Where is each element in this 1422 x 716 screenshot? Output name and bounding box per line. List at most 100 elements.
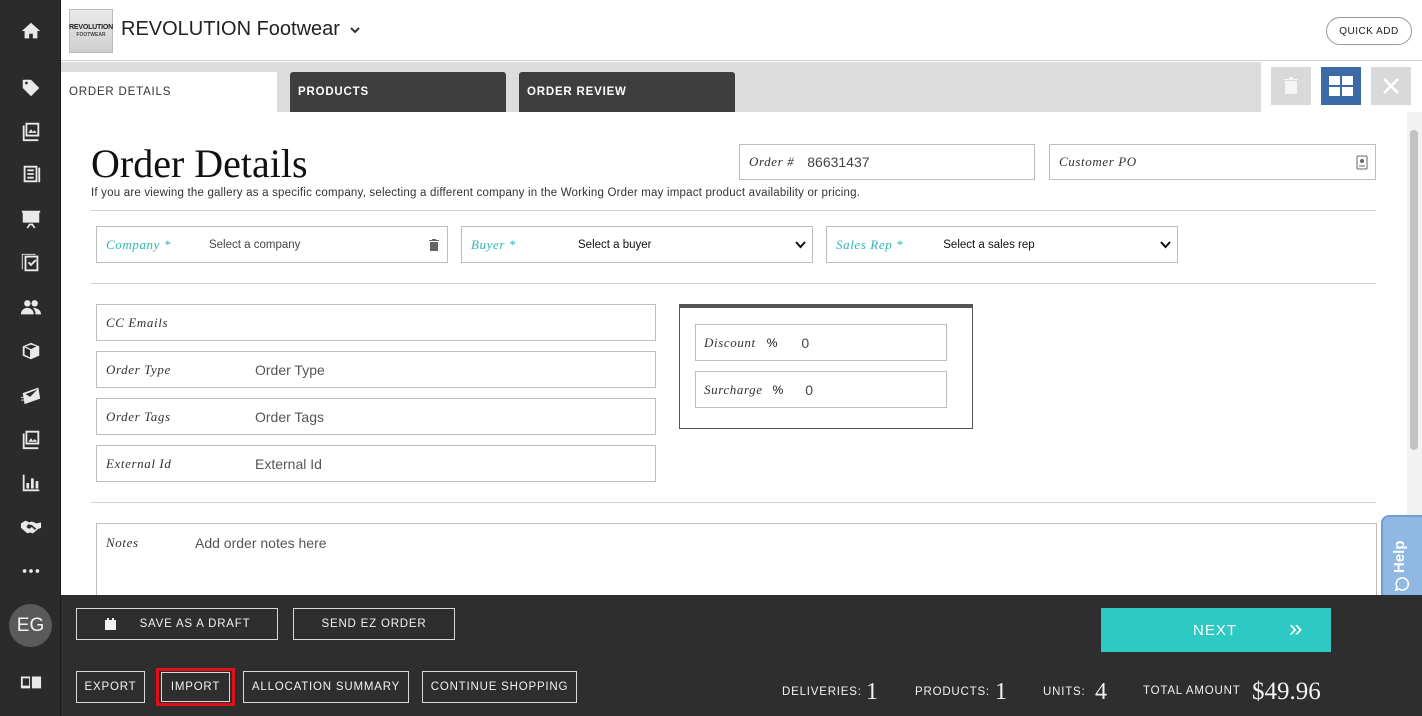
products-value: 1 <box>995 679 1007 705</box>
company-logo: REVOLUTION FOOTWEAR <box>69 9 113 53</box>
mail-icon <box>20 387 40 405</box>
notes-label: Notes <box>106 535 139 550</box>
home-icon <box>21 22 40 38</box>
box-icon <box>22 342 39 360</box>
notes-input[interactable]: Add order notes here <box>195 535 327 551</box>
sidebar-item-users[interactable] <box>0 289 61 325</box>
save-draft-button[interactable]: SAVE AS A DRAFT <box>76 608 278 640</box>
handshake-icon <box>20 520 41 534</box>
grid-view-button[interactable] <box>1321 67 1361 105</box>
external-id-field[interactable]: External Id External Id <box>96 445 656 482</box>
logo-line2: FOOTWEAR <box>76 32 106 38</box>
sidebar-item-catalog[interactable] <box>0 156 61 192</box>
tab-products[interactable]: PRODUCTS <box>290 72 506 112</box>
order-number-value: 86631437 <box>807 154 870 170</box>
buyer-label: Buyer * <box>471 236 516 252</box>
divider <box>91 502 1376 503</box>
tab-bar: ORDER DETAILS PRODUCTS ORDER REVIEW <box>61 62 1261 112</box>
sidebar-item-images[interactable] <box>0 421 61 457</box>
sales-rep-value: Select a sales rep <box>943 238 1035 251</box>
page-description: If you are viewing the gallery as a spec… <box>91 187 861 199</box>
company-input[interactable]: Select a company <box>209 239 300 251</box>
discount-label: Discount <box>704 334 756 350</box>
calendar-icon <box>105 618 116 630</box>
tab-order-review[interactable]: ORDER REVIEW <box>519 72 735 112</box>
continue-shopping-button[interactable]: CONTINUE SHOPPING <box>422 671 577 703</box>
customer-po-field[interactable]: Customer PO <box>1049 144 1376 180</box>
tab-order-details[interactable]: ORDER DETAILS <box>61 72 277 112</box>
divider <box>91 210 1376 211</box>
trash-icon <box>1284 77 1298 94</box>
external-id-input[interactable]: External Id <box>255 456 322 472</box>
order-tags-label: Order Tags <box>106 408 171 424</box>
order-number-label: Order # <box>749 154 795 169</box>
allocation-summary-button[interactable]: ALLOCATION SUMMARY <box>243 671 409 703</box>
users-icon <box>20 300 41 315</box>
order-type-label: Order Type <box>106 361 171 377</box>
scrollbar-thumb[interactable] <box>1410 130 1418 450</box>
surcharge-input[interactable]: 0 <box>805 382 813 398</box>
close-icon <box>1383 78 1399 94</box>
sales-rep-select[interactable]: Sales Rep * Select a sales rep <box>826 226 1178 263</box>
close-order-button[interactable] <box>1371 67 1411 105</box>
gallery-icon <box>22 122 39 142</box>
company-selector[interactable]: REVOLUTION Footwear <box>121 18 340 41</box>
delete-order-button[interactable] <box>1271 67 1311 105</box>
company-label: Company * <box>106 236 171 252</box>
page-title: Order Details <box>91 141 308 186</box>
discount-unit: % <box>766 335 778 350</box>
units-label: UNITS: <box>1043 686 1086 698</box>
surcharge-field[interactable]: Surcharge % 0 <box>695 371 947 408</box>
chevron-down-icon[interactable] <box>349 24 361 36</box>
quick-add-button[interactable]: QUICK ADD <box>1326 17 1412 45</box>
presentation-icon <box>21 210 40 229</box>
units-value: 4 <box>1095 679 1107 705</box>
order-footer: SAVE AS A DRAFT SEND EZ ORDER EXPORT IMP… <box>61 595 1422 716</box>
logo-line1: REVOLUTION <box>69 24 113 31</box>
home-button[interactable] <box>0 0 61 61</box>
order-toolbar <box>1261 62 1422 112</box>
sidebar-item-gallery[interactable] <box>0 113 61 149</box>
customer-po-label: Customer PO <box>1059 154 1137 169</box>
next-button[interactable]: NEXT » <box>1101 608 1331 652</box>
checklist-icon <box>21 253 38 272</box>
buyer-select[interactable]: Buyer * Select a buyer <box>461 226 813 263</box>
chevron-down-icon <box>1160 241 1171 249</box>
sidebar-item-mail[interactable] <box>0 377 61 413</box>
sidebar-item-box[interactable] <box>0 333 61 369</box>
chart-icon <box>22 474 39 492</box>
sidebar-item-more[interactable] <box>0 553 61 589</box>
order-tags-input[interactable]: Order Tags <box>255 409 324 425</box>
order-type-field[interactable]: Order Type Order Type <box>96 351 656 388</box>
send-ez-order-button[interactable]: SEND EZ ORDER <box>293 608 455 640</box>
grid-icon <box>1329 76 1353 96</box>
sidebar-item-partners[interactable] <box>0 509 61 545</box>
sidebar-item-tags[interactable] <box>0 70 61 106</box>
cc-emails-field[interactable]: CC Emails <box>96 304 656 341</box>
sidebar-item-presentation[interactable] <box>0 201 61 237</box>
sidebar-item-checklist[interactable] <box>0 245 61 281</box>
notes-field[interactable]: Notes Add order notes here <box>96 523 1377 595</box>
save-draft-label: SAVE AS A DRAFT <box>139 618 251 630</box>
image-icon <box>22 430 39 450</box>
help-label: Help <box>1391 540 1408 573</box>
order-number-field[interactable]: Order # 86631437 <box>739 144 1035 180</box>
sidebar-collapse-button[interactable] <box>0 664 61 700</box>
more-icon <box>22 569 39 573</box>
total-amount-label: TOTAL AMOUNT <box>1143 685 1241 697</box>
book-icon <box>20 676 41 689</box>
order-type-input[interactable]: Order Type <box>255 362 325 378</box>
sidebar-item-reports[interactable] <box>0 465 61 501</box>
company-field[interactable]: Company * Select a company <box>96 226 448 263</box>
order-details-panel: Order Details If you are viewing the gal… <box>61 112 1407 595</box>
export-button[interactable]: EXPORT <box>76 671 145 703</box>
order-tags-field[interactable]: Order Tags Order Tags <box>96 398 656 435</box>
import-button[interactable]: IMPORT <box>156 668 235 706</box>
discount-field[interactable]: Discount % 0 <box>695 324 947 361</box>
header: REVOLUTION FOOTWEAR REVOLUTION Footwear … <box>61 0 1422 61</box>
total-amount-value: $49.96 <box>1252 678 1321 705</box>
external-id-label: External Id <box>106 455 172 471</box>
trash-icon[interactable] <box>429 239 439 251</box>
avatar[interactable]: EG <box>9 604 52 647</box>
discount-input[interactable]: 0 <box>801 335 809 351</box>
